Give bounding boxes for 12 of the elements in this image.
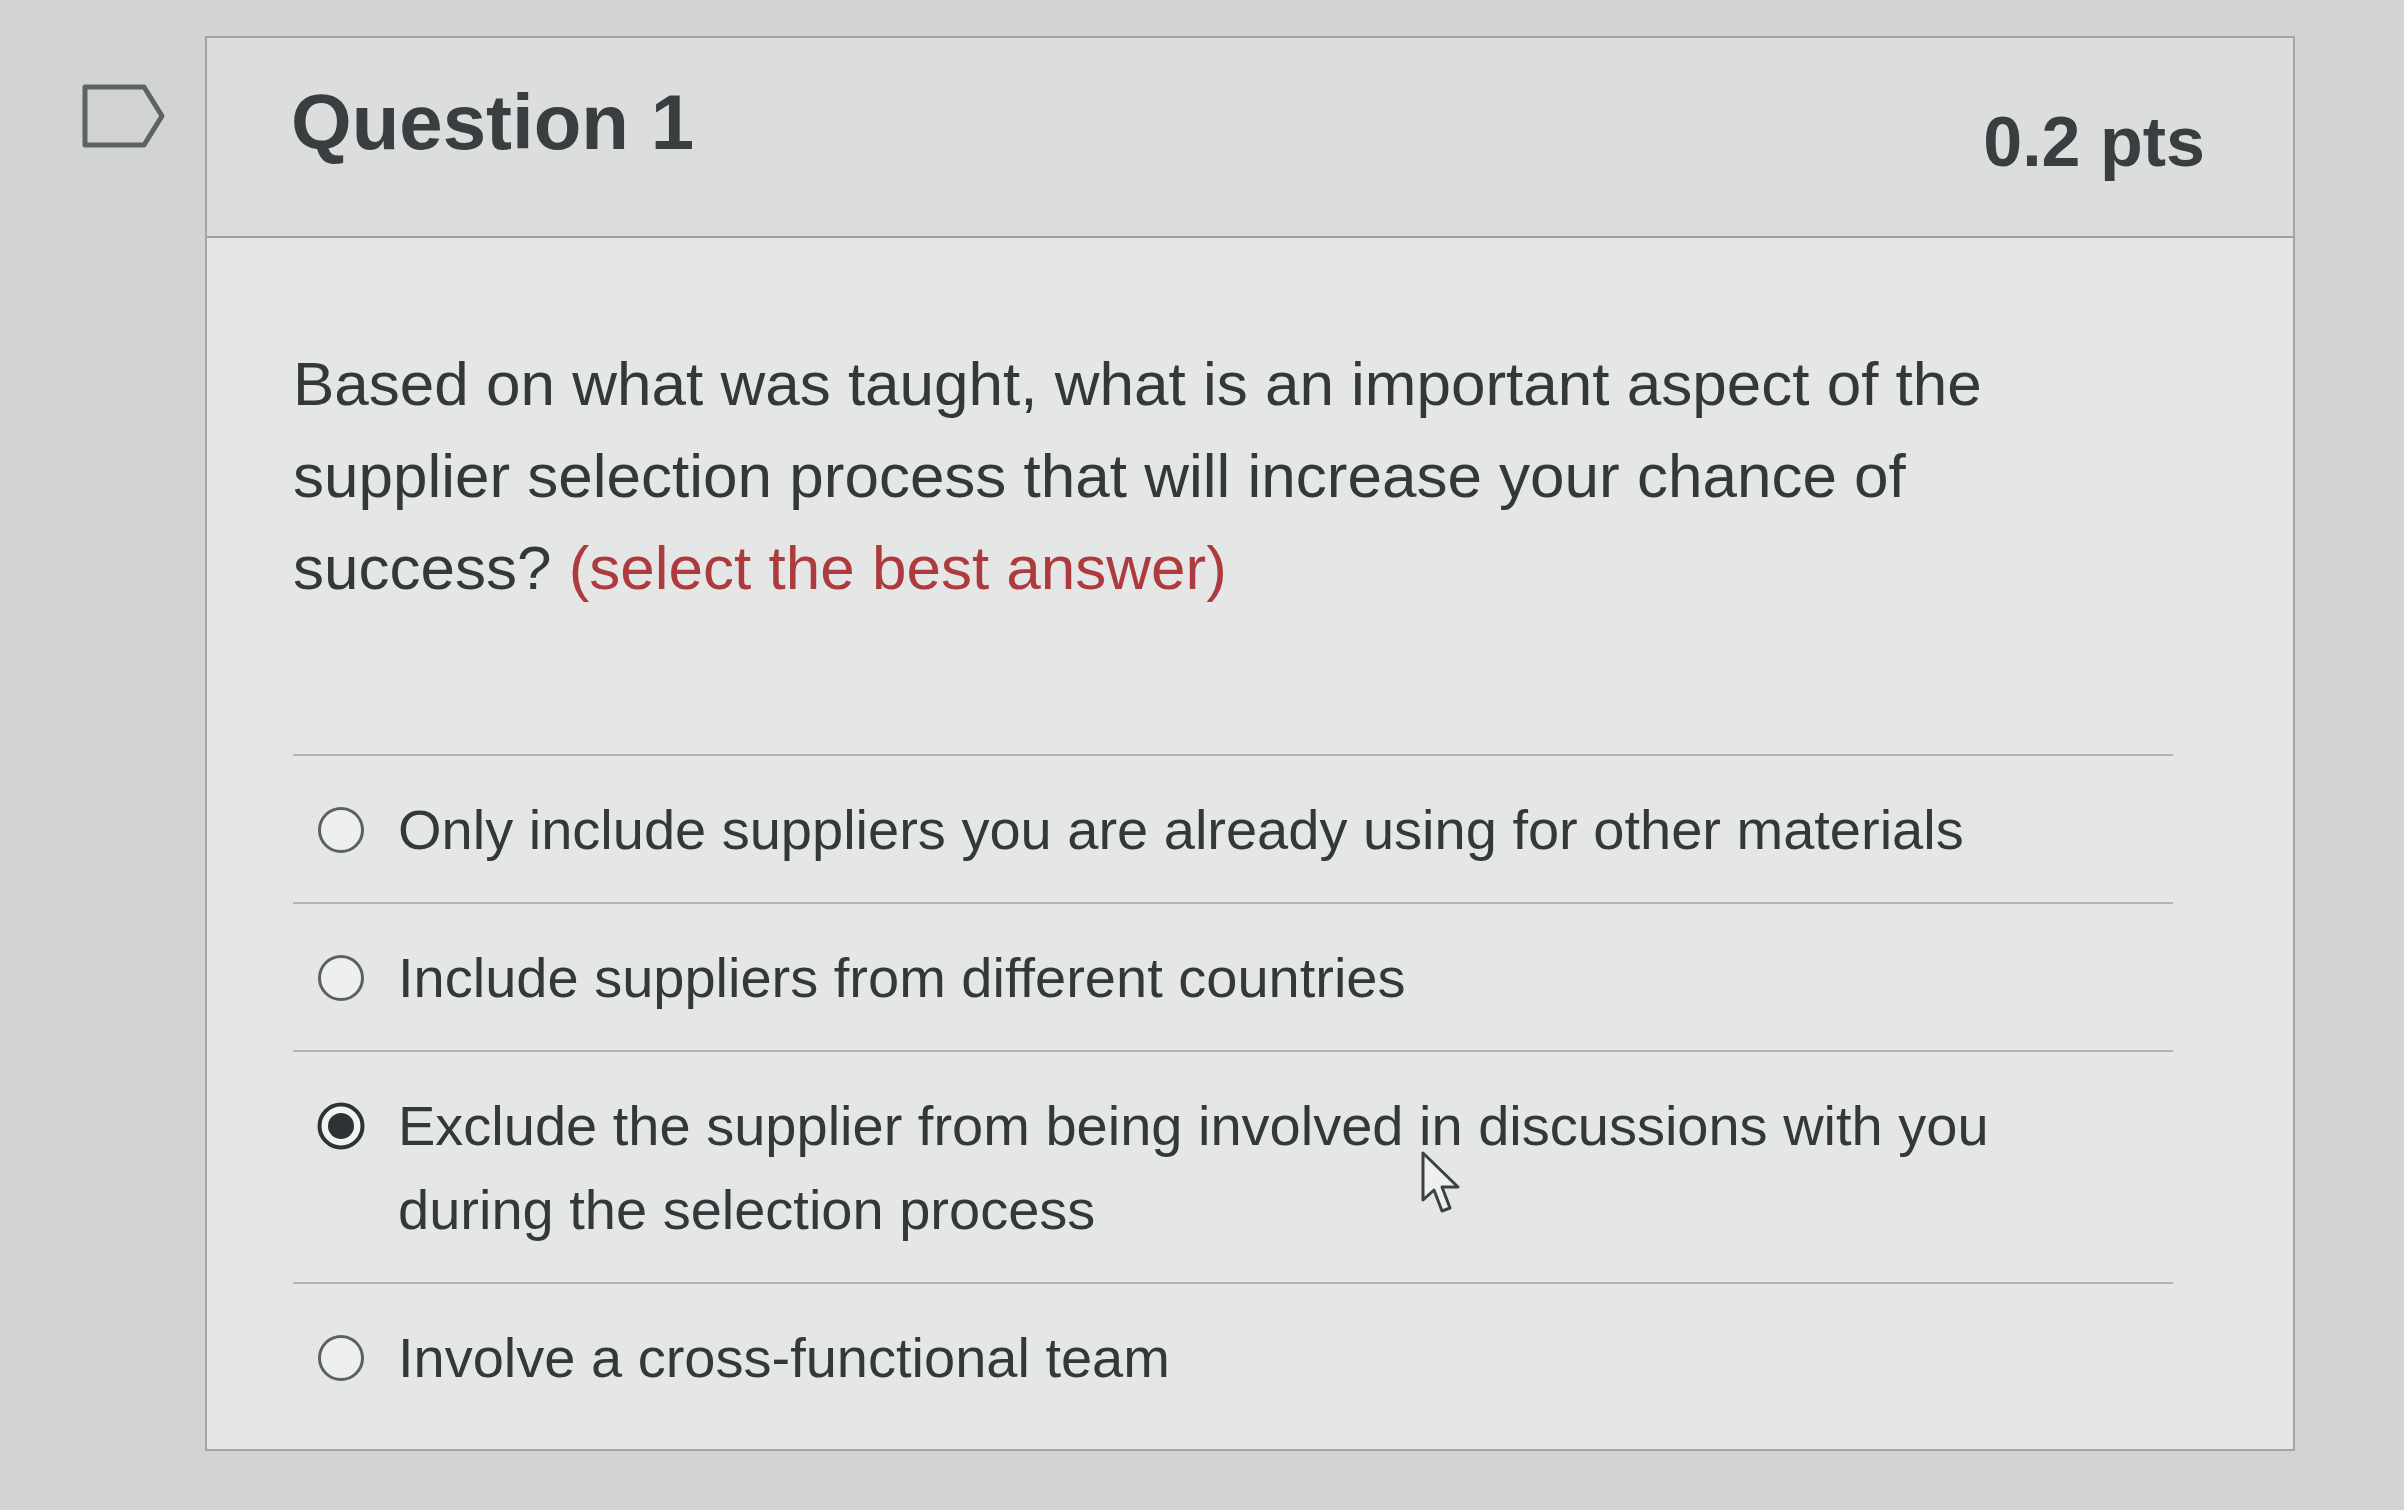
question-title: Question 1 — [291, 76, 695, 168]
points-value: 0.2 pts — [1983, 102, 2205, 182]
answer-option-text[interactable]: Only include suppliers you are already using for other materials — [398, 788, 2058, 872]
flag-icon[interactable] — [82, 84, 166, 148]
radio-button[interactable] — [317, 954, 365, 1002]
answer-option-text[interactable]: Involve a cross-functional team — [398, 1316, 2058, 1400]
answer-option-text[interactable]: Exclude the supplier from being involved in discussions with you during the selection process — [398, 1084, 2058, 1252]
question-text: Based on what was taught, what is an important aspect of the supplier selection process that will increase your chance of success? (select the best answer) — [293, 348, 1983, 604]
radio-button[interactable] — [317, 1102, 365, 1150]
radio-button[interactable] — [317, 806, 365, 854]
answer-option-text[interactable]: Include suppliers from different countries — [398, 936, 2058, 1020]
radio-button[interactable] — [317, 1334, 365, 1382]
